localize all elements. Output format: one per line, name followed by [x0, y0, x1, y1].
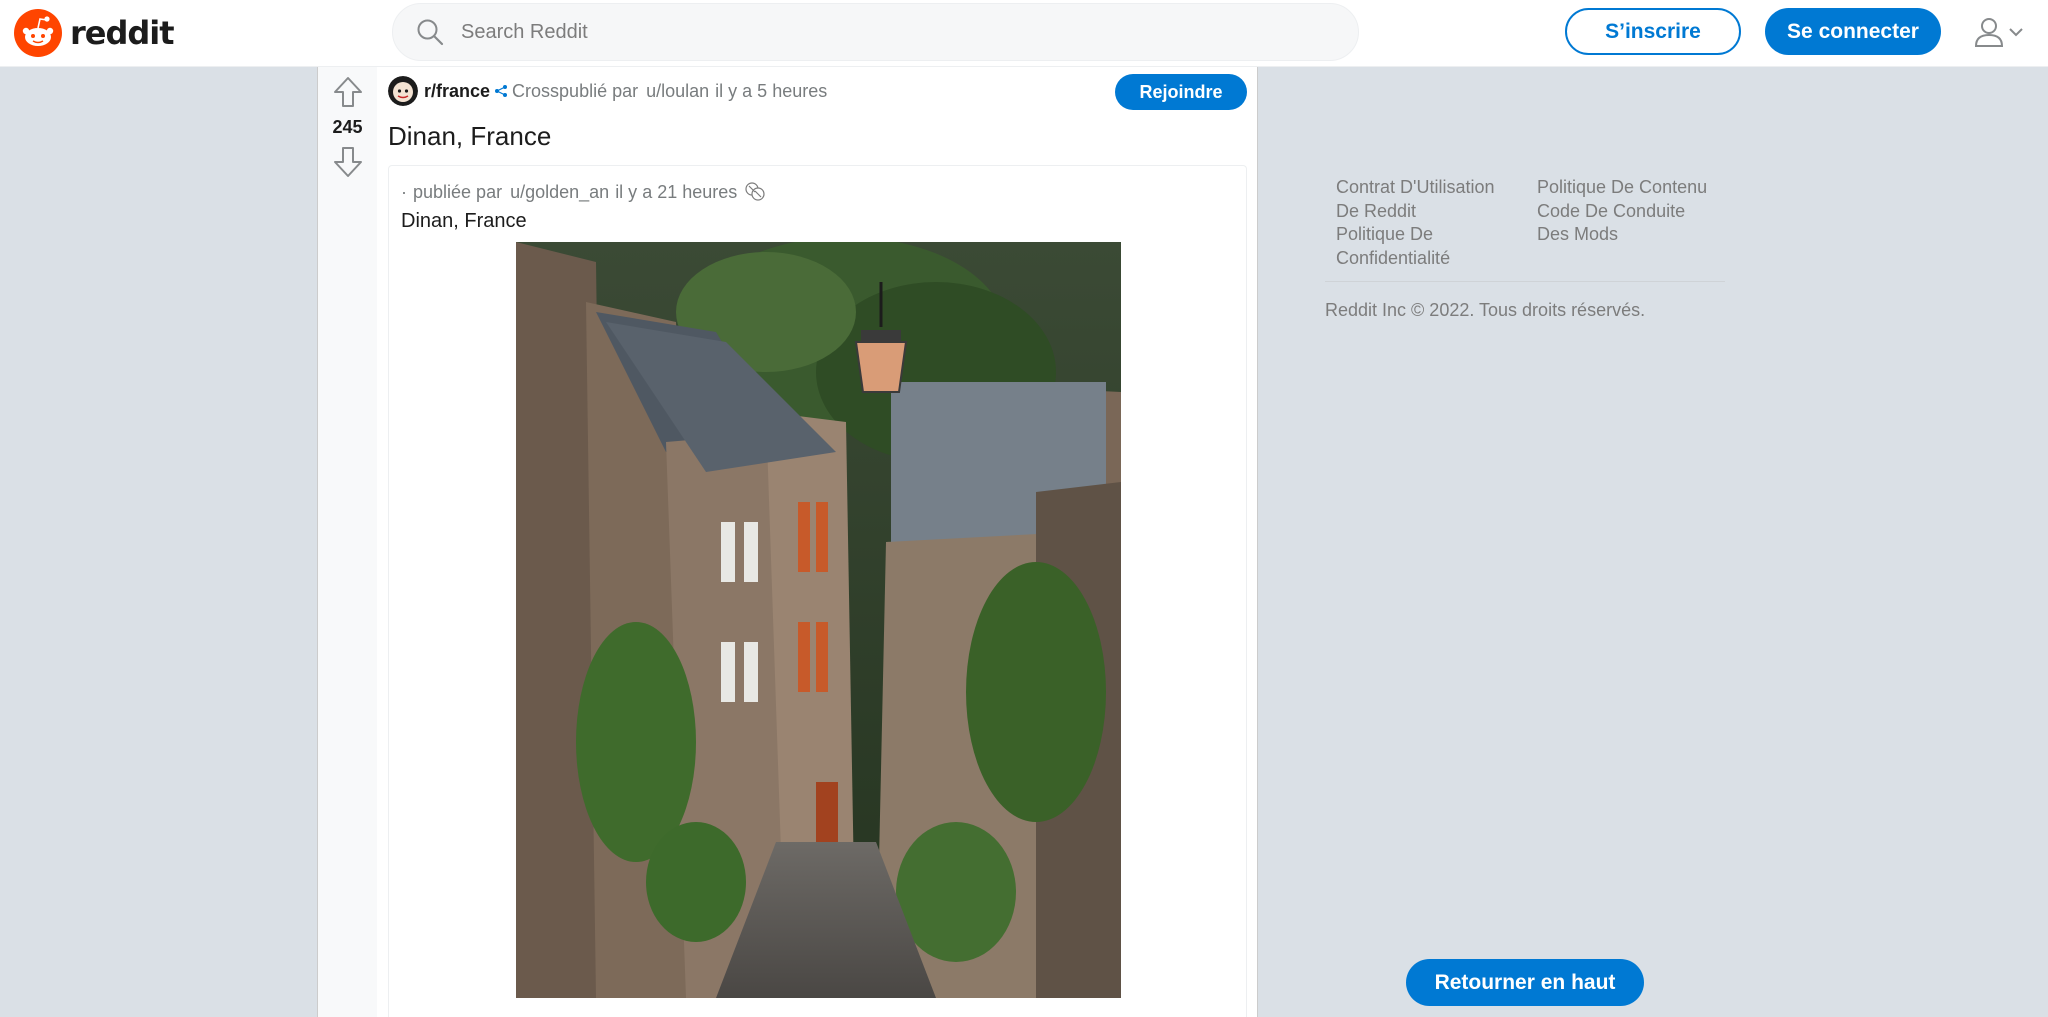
join-button[interactable]: Rejoindre: [1115, 74, 1247, 110]
user-icon: [1974, 18, 2004, 47]
post-meta: r/france Crosspublié par u/loulan il y a…: [388, 76, 827, 106]
chevron-down-icon: [2009, 28, 2023, 37]
privacy-policy-link[interactable]: Politique De: [1336, 223, 1526, 247]
posted-by-label: publiée par: [413, 181, 503, 202]
reddit-logo-icon: [14, 9, 62, 57]
signup-button[interactable]: S’inscrire: [1565, 8, 1741, 55]
mod-code-of-conduct-link[interactable]: Code De Conduite: [1537, 200, 1727, 224]
footer-divider: [1325, 281, 1725, 282]
post-timestamp[interactable]: il y a 5 heures: [715, 81, 827, 102]
downvote-icon[interactable]: [332, 145, 364, 179]
crosspost-embed[interactable]: · publiée par u/golden_an il y a 21 heur…: [388, 165, 1247, 1017]
search-input[interactable]: [461, 20, 1321, 44]
copyright-text: Reddit Inc © 2022. Tous droits réservés.: [1325, 300, 1646, 320]
post-image[interactable]: [516, 242, 1121, 998]
post-title[interactable]: Dinan, France: [388, 121, 551, 152]
meta-separator: ·: [401, 181, 407, 202]
subreddit-avatar[interactable]: [388, 76, 418, 106]
original-timestamp[interactable]: il y a 21 heures: [615, 182, 737, 203]
subreddit-link[interactable]: r/france: [424, 81, 490, 102]
upvote-icon[interactable]: [332, 75, 364, 109]
reddit-logo[interactable]: reddit: [14, 9, 175, 57]
crosspost-icon: [495, 85, 508, 97]
content-policy-link[interactable]: Politique De Contenu: [1537, 176, 1727, 200]
post-author-link[interactable]: u/loulan: [646, 81, 709, 102]
footer-links-col-2: Politique De Contenu Code De Conduite De…: [1537, 176, 1727, 247]
top-header: reddit S’inscrire Se connecter: [0, 0, 2048, 67]
street-photo: [516, 242, 1121, 998]
login-button[interactable]: Se connecter: [1765, 8, 1941, 55]
original-post-title: Dinan, France: [401, 210, 527, 232]
logo-wordmark: reddit: [70, 14, 175, 52]
search-icon: [417, 19, 444, 46]
user-agreement-link[interactable]: Contrat D'Utilisation: [1336, 176, 1526, 200]
vote-count: 245: [332, 117, 363, 137]
original-author-link[interactable]: u/golden_an: [510, 182, 609, 203]
privacy-policy-link-line2[interactable]: Confidentialité: [1336, 247, 1526, 271]
vote-column: 245: [318, 67, 377, 1017]
crosspost-label: Crosspublié par: [512, 80, 639, 101]
search-bar[interactable]: [392, 3, 1359, 61]
original-post-meta: · publiée par u/golden_an il y a 21 heur…: [401, 180, 767, 204]
footer-links-col-1: Contrat D'Utilisation De Reddit Politiqu…: [1336, 176, 1526, 270]
post-card: 245 r/france Crosspublié par u/loulan il…: [317, 67, 1258, 1017]
user-menu-dropdown[interactable]: [1972, 14, 2032, 50]
back-to-top-button[interactable]: Retourner en haut: [1406, 959, 1644, 1006]
mod-code-of-conduct-link-line2[interactable]: Des Mods: [1537, 223, 1727, 247]
user-agreement-link-line2[interactable]: De Reddit: [1336, 200, 1526, 224]
award-icon: [745, 182, 765, 201]
